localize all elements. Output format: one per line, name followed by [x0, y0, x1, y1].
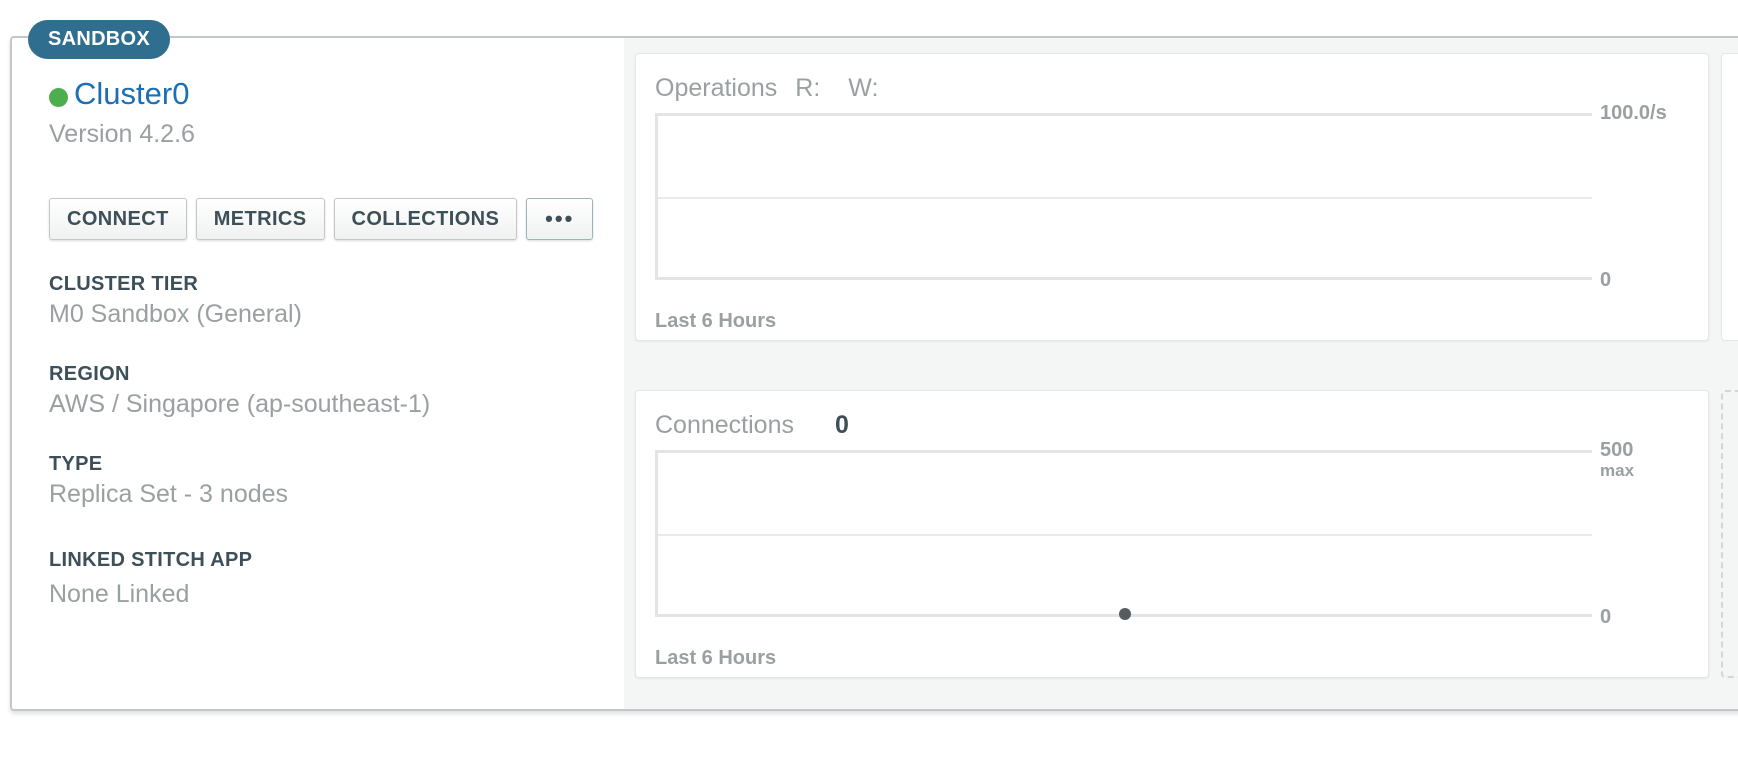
- linked-stitch-app-value: None Linked: [49, 580, 190, 608]
- connections-axis-min: 0: [1600, 606, 1612, 628]
- linked-stitch-app-label: LINKED STITCH APP: [49, 549, 253, 571]
- connections-current-value: 0: [835, 411, 849, 439]
- connections-axis-max: 500: [1600, 439, 1634, 461]
- connect-button[interactable]: CONNECT: [49, 198, 187, 240]
- connections-chart-panel[interactable]: Connections 0 500 max 0 Last 6 Hours: [635, 390, 1709, 678]
- operations-read-label: R:: [795, 74, 821, 102]
- cluster-info-panel: Cluster0 Version 4.2.6 CONNECT METRICS C…: [12, 38, 624, 709]
- adjacent-chart-panel[interactable]: [1721, 53, 1738, 341]
- cluster-action-buttons: CONNECT METRICS COLLECTIONS •••: [49, 198, 594, 240]
- connections-chart-title: Connections: [655, 411, 794, 439]
- connections-axis-max-sub: max: [1600, 461, 1635, 480]
- sandbox-badge: SANDBOX: [28, 20, 170, 59]
- cluster-tier-label: CLUSTER TIER: [49, 273, 199, 295]
- region-value: AWS / Singapore (ap-southeast-1): [49, 390, 431, 418]
- cluster-card: Cluster0 Version 4.2.6 CONNECT METRICS C…: [10, 36, 1738, 711]
- connections-data-point: [1119, 608, 1131, 620]
- collections-button[interactable]: COLLECTIONS: [333, 198, 518, 240]
- cluster-name-link[interactable]: Cluster0: [74, 76, 189, 112]
- status-indicator-icon: [49, 88, 68, 107]
- adjacent-empty-panel[interactable]: [1721, 390, 1738, 678]
- operations-axis-min: 0: [1600, 269, 1612, 291]
- operations-chart-panel[interactable]: Operations R: W: 100.0/s 0 Last 6 Hours: [635, 53, 1709, 341]
- operations-time-range: Last 6 Hours: [655, 310, 777, 332]
- operations-title-text: Operations: [655, 74, 778, 102]
- operations-chart-area: [655, 113, 1592, 280]
- metrics-button[interactable]: METRICS: [195, 198, 325, 240]
- more-options-button[interactable]: •••: [526, 198, 594, 240]
- operations-chart-title: Operations R: W:: [655, 74, 878, 103]
- connections-gridline: [658, 533, 1592, 536]
- operations-write-label: W:: [848, 74, 879, 102]
- cluster-version: Version 4.2.6: [49, 120, 195, 148]
- connections-time-range: Last 6 Hours: [655, 647, 777, 669]
- metrics-area: Operations R: W: 100.0/s 0 Last 6 Hours Co…: [624, 38, 1738, 709]
- type-value: Replica Set - 3 nodes: [49, 480, 289, 508]
- region-label: REGION: [49, 363, 130, 385]
- operations-axis-max: 100.0/s: [1600, 102, 1667, 124]
- connections-chart-area: [655, 450, 1592, 620]
- cluster-tier-value: M0 Sandbox (General): [49, 300, 302, 328]
- operations-gridline: [658, 196, 1592, 199]
- type-label: TYPE: [49, 453, 103, 475]
